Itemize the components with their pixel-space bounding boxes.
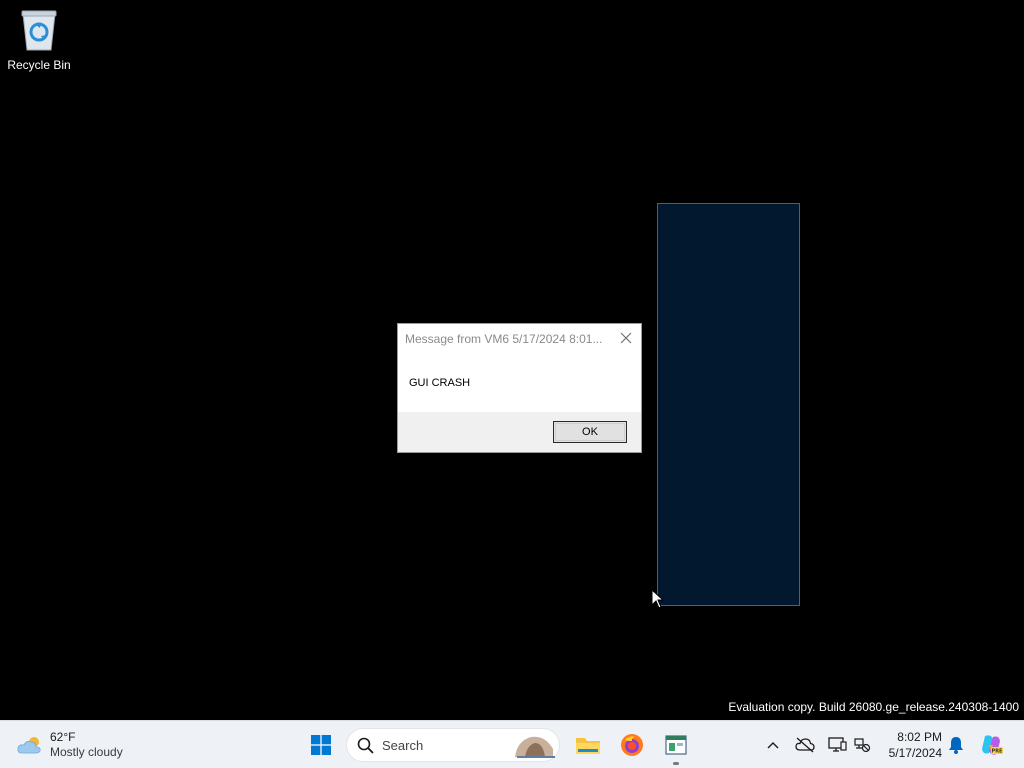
clock-time: 8:02 PM: [897, 730, 942, 744]
active-app-indicator: [673, 762, 679, 765]
dialog-titlebar[interactable]: Message from VM6 5/17/2024 8:01...: [398, 324, 641, 353]
dialog-title: Message from VM6 5/17/2024 8:01...: [405, 331, 603, 346]
display-icon: [828, 737, 847, 752]
dialog-body: GUI CRASH: [398, 353, 641, 412]
recycle-bin-shortcut[interactable]: Recycle Bin: [4, 8, 74, 78]
app-window-icon: [665, 735, 687, 755]
search-icon: [357, 737, 374, 754]
svg-text:PRE: PRE: [992, 749, 1003, 755]
search-placeholder: Search: [382, 738, 424, 753]
network-icon: [854, 738, 871, 753]
firefox-button[interactable]: [612, 725, 652, 765]
ok-button[interactable]: OK: [553, 421, 627, 443]
windows-logo-icon: [311, 735, 331, 755]
selection-rectangle: [657, 203, 800, 606]
notifications-button[interactable]: [944, 733, 968, 757]
weather-widget[interactable]: 62°F Mostly cloudy: [16, 727, 146, 763]
desktop: Recycle Bin Message from VM6 5/17/2024 8…: [0, 0, 1024, 720]
mouse-cursor-icon: [651, 589, 665, 609]
evaluation-watermark: Evaluation copy. Build 26080.ge_release.…: [728, 700, 1019, 714]
dialog-message: GUI CRASH: [409, 377, 471, 389]
message-dialog: Message from VM6 5/17/2024 8:01... GUI C…: [397, 323, 642, 453]
clock-date: 5/17/2024: [888, 746, 942, 760]
taskbar: 62°F Mostly cloudy Search 8:02 PM 5/17/2…: [0, 720, 1024, 768]
bell-icon: [949, 737, 963, 754]
copilot-icon: PRE: [982, 735, 1003, 755]
recycle-bin-icon: [21, 10, 57, 51]
start-button[interactable]: [301, 725, 341, 765]
file-explorer-button[interactable]: [568, 725, 608, 765]
recycle-bin-label: Recycle Bin: [7, 58, 71, 72]
firefox-icon: [621, 734, 643, 756]
folder-icon: [576, 738, 600, 754]
search-input[interactable]: Search: [346, 728, 560, 762]
chevron-up-icon: [767, 742, 779, 749]
show-hidden-icons-button[interactable]: [761, 733, 785, 757]
weather-condition: Mostly cloudy: [50, 745, 123, 759]
copilot-button[interactable]: PRE: [979, 733, 1003, 757]
clock[interactable]: 8:02 PM 5/17/2024: [880, 729, 942, 761]
app-button[interactable]: [656, 725, 696, 765]
cloud-status-button[interactable]: [793, 733, 817, 757]
weather-temperature: 62°F: [50, 730, 76, 744]
network-button[interactable]: [850, 733, 874, 757]
close-icon[interactable]: [618, 330, 634, 346]
cloud-off-icon: [795, 737, 815, 753]
display-button[interactable]: [825, 733, 849, 757]
cloud-sun-icon: [17, 737, 41, 754]
search-highlight-icon: [515, 736, 555, 758]
